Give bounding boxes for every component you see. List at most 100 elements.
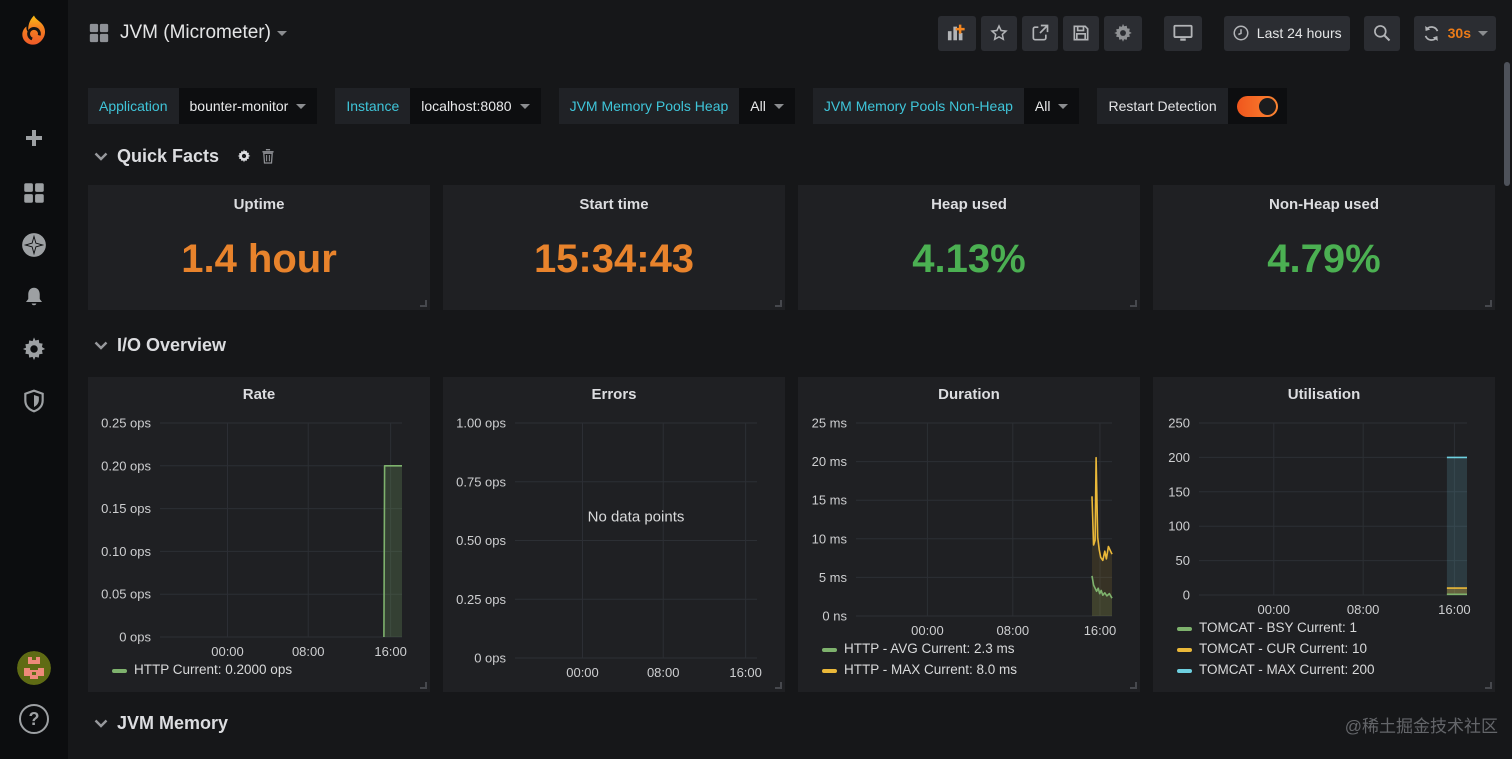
variable-heap-pools-value[interactable]: All: [739, 88, 795, 124]
x-tick-label: 16:00: [1084, 623, 1117, 638]
panel-resize-handle[interactable]: [1130, 682, 1137, 689]
zoom-out-time-button[interactable]: [1363, 15, 1400, 51]
panel-resize-handle[interactable]: [1485, 682, 1492, 689]
panel-heap-used[interactable]: Heap used 4.13%: [798, 185, 1140, 310]
sidebar-help-button[interactable]: ?: [0, 702, 68, 736]
legend-item[interactable]: HTTP - AVG Current: 2.3 ms: [844, 641, 1015, 656]
scrollbar-thumb[interactable]: [1504, 62, 1510, 186]
plus-icon: [26, 130, 42, 146]
panel-title[interactable]: Heap used: [931, 196, 1007, 213]
legend-swatch[interactable]: [822, 648, 837, 652]
restart-detection-toggle[interactable]: [1227, 88, 1287, 124]
save-dashboard-button[interactable]: [1062, 15, 1099, 51]
panel-rate-chart[interactable]: 0.25 ops 0.20 ops 0.15 ops 0.10 ops 0.05 ops…: [88, 377, 430, 692]
y-tick-label: 100: [1168, 519, 1190, 534]
refresh-picker[interactable]: 30s: [1413, 15, 1496, 51]
sidebar-dashboards-button[interactable]: [0, 177, 68, 209]
dashboard-topnav: JVM (Micrometer) Last 24 hours 30s: [68, 0, 1512, 66]
y-tick-label: 0.05 ops: [101, 587, 151, 602]
dashboard-title-caret-icon[interactable]: [276, 30, 287, 36]
grafana-logo[interactable]: [0, 10, 68, 56]
watermark: @稀土掘金技术社区: [1344, 717, 1498, 736]
bell-icon: [25, 287, 43, 306]
panel-title[interactable]: Uptime: [234, 196, 285, 213]
section-io-overview[interactable]: I/O Overview: [94, 331, 226, 359]
section-quick-facts[interactable]: Quick Facts: [94, 142, 275, 170]
tv-mode-button[interactable]: [1163, 15, 1202, 51]
chevron-down-icon: [94, 341, 108, 350]
grafana-flame-icon: [22, 15, 46, 45]
y-tick-label: 0.50 ops: [456, 533, 506, 548]
section-title[interactable]: JVM Memory: [117, 713, 228, 734]
variable-application-selected: bounter-monitor: [189, 98, 289, 114]
sidebar-server-admin-button[interactable]: [0, 384, 68, 418]
panel-resize-handle[interactable]: [775, 300, 782, 307]
panel-duration-chart[interactable]: 25 ms 20 ms 15 ms 10 ms 5 ms 0 ns 00:00 08:00 16…: [798, 377, 1140, 692]
magnifier-icon: [1373, 25, 1390, 42]
panel-title[interactable]: Start time: [579, 196, 648, 213]
panel-uptime[interactable]: Uptime 1.4 hour: [88, 185, 430, 310]
panel-title[interactable]: Utilisation: [1153, 386, 1495, 403]
dashboard-settings-button[interactable]: [1103, 15, 1142, 51]
panel-resize-handle[interactable]: [420, 300, 427, 307]
sidebar-explore-button[interactable]: [0, 228, 68, 262]
legend-item[interactable]: TOMCAT - CUR Current: 10: [1199, 641, 1367, 656]
sidebar-alerting-button[interactable]: [0, 281, 68, 313]
y-tick-label: 0.15 ops: [101, 501, 151, 516]
template-variables-row: Application bounter-monitor Instance loc…: [88, 88, 1287, 124]
variable-application: Application bounter-monitor: [88, 88, 318, 124]
errors-chart[interactable]: 1.00 ops 0.75 ops 0.50 ops 0.25 ops 0 ops 00:…: [443, 377, 785, 692]
panel-title[interactable]: Errors: [443, 386, 785, 403]
star-dashboard-button[interactable]: [980, 15, 1017, 51]
x-tick-label: 16:00: [374, 644, 407, 659]
dashboard-title[interactable]: JVM (Micrometer): [120, 22, 271, 44]
panel-title[interactable]: Duration: [798, 386, 1140, 403]
duration-chart[interactable]: 25 ms 20 ms 15 ms 10 ms 5 ms 0 ns 00:00 08:00 16…: [798, 377, 1140, 692]
add-panel-button[interactable]: [937, 15, 976, 51]
y-tick-label: 25 ms: [812, 416, 848, 431]
sidebar-user-avatar[interactable]: [0, 650, 68, 686]
legend-item[interactable]: TOMCAT - BSY Current: 1: [1199, 620, 1357, 635]
utilisation-chart[interactable]: 250 200 150 100 50 0 00:00 08:00 16:00 TOMCAT - B…: [1153, 377, 1495, 692]
legend-item[interactable]: HTTP - MAX Current: 8.0 ms: [844, 662, 1017, 677]
row-delete-trash-icon[interactable]: [261, 148, 275, 164]
row-settings-gear-icon[interactable]: [236, 148, 252, 164]
section-title[interactable]: Quick Facts: [117, 146, 219, 167]
series-area: [383, 465, 402, 637]
panel-title[interactable]: Non-Heap used: [1269, 196, 1379, 213]
add-panel-icon: [947, 24, 965, 41]
panel-start-time[interactable]: Start time 15:34:43: [443, 185, 785, 310]
legend-swatch[interactable]: [1177, 648, 1192, 652]
panel-title[interactable]: Rate: [88, 386, 430, 403]
section-jvm-memory[interactable]: JVM Memory: [94, 709, 228, 737]
panel-utilisation-chart[interactable]: 250 200 150 100 50 0 00:00 08:00 16:00 TOMCAT - B…: [1153, 377, 1495, 692]
panel-resize-handle[interactable]: [775, 682, 782, 689]
share-dashboard-button[interactable]: [1021, 15, 1058, 51]
time-range-picker[interactable]: Last 24 hours: [1223, 15, 1350, 51]
panel-resize-handle[interactable]: [1485, 300, 1492, 307]
rate-chart[interactable]: 0.25 ops 0.20 ops 0.15 ops 0.10 ops 0.05 ops…: [88, 377, 430, 692]
y-tick-label: 0.75 ops: [456, 474, 506, 489]
y-tick-label: 0.25 ops: [456, 592, 506, 607]
dashboards-grid-icon: [24, 183, 44, 203]
variable-instance-value[interactable]: localhost:8080: [410, 88, 541, 124]
panel-resize-handle[interactable]: [1130, 300, 1137, 307]
sidebar-create-button[interactable]: [0, 122, 68, 154]
dashboard-squares-icon: [89, 23, 109, 43]
panel-nonheap-used[interactable]: Non-Heap used 4.79%: [1153, 185, 1495, 310]
variable-application-value[interactable]: bounter-monitor: [178, 88, 318, 124]
panel-resize-handle[interactable]: [420, 682, 427, 689]
variable-nonheap-pools-value[interactable]: All: [1023, 88, 1080, 124]
legend-swatch[interactable]: [1177, 627, 1192, 631]
legend-item[interactable]: TOMCAT - MAX Current: 200: [1199, 662, 1375, 677]
legend-swatch[interactable]: [822, 669, 837, 673]
sidebar-configuration-button[interactable]: [0, 333, 68, 365]
save-icon: [1073, 25, 1089, 41]
y-tick-label: 10 ms: [812, 531, 848, 546]
legend-swatch[interactable]: [112, 669, 127, 673]
legend-item[interactable]: HTTP Current: 0.2000 ops: [134, 662, 292, 677]
panel-errors-chart[interactable]: 1.00 ops 0.75 ops 0.50 ops 0.25 ops 0 ops 00:…: [443, 377, 785, 692]
section-title[interactable]: I/O Overview: [117, 335, 226, 356]
legend-swatch[interactable]: [1177, 669, 1192, 673]
y-tick-label: 0 ops: [474, 651, 506, 666]
